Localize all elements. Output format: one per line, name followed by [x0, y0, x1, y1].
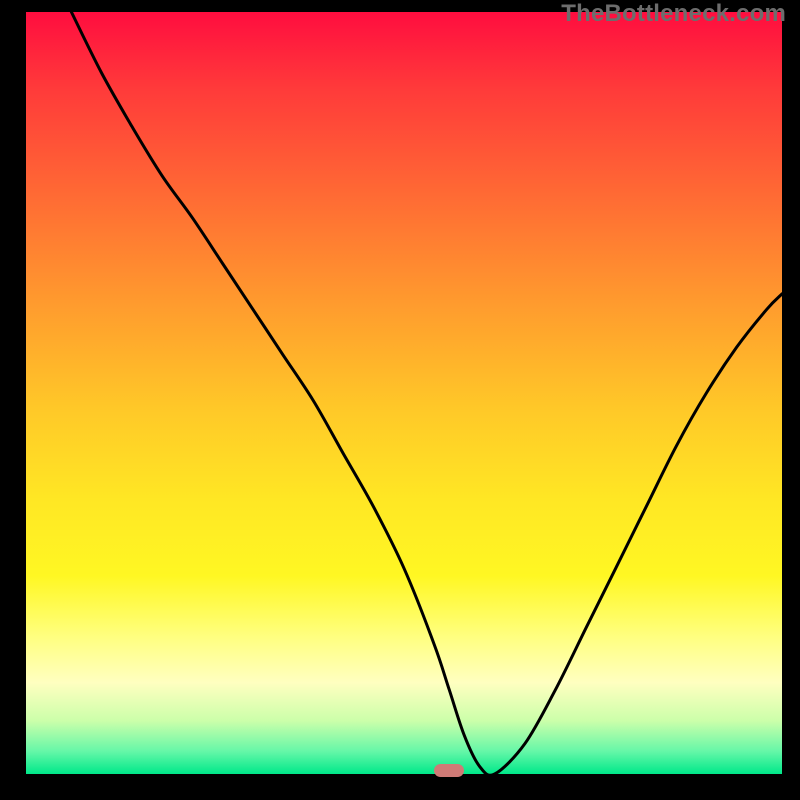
watermark-text: TheBottleneck.com	[561, 0, 786, 28]
optimal-marker	[434, 764, 464, 777]
chart-frame: TheBottleneck.com	[0, 0, 800, 800]
bottleneck-curve	[26, 12, 782, 774]
plot-area	[26, 12, 782, 774]
